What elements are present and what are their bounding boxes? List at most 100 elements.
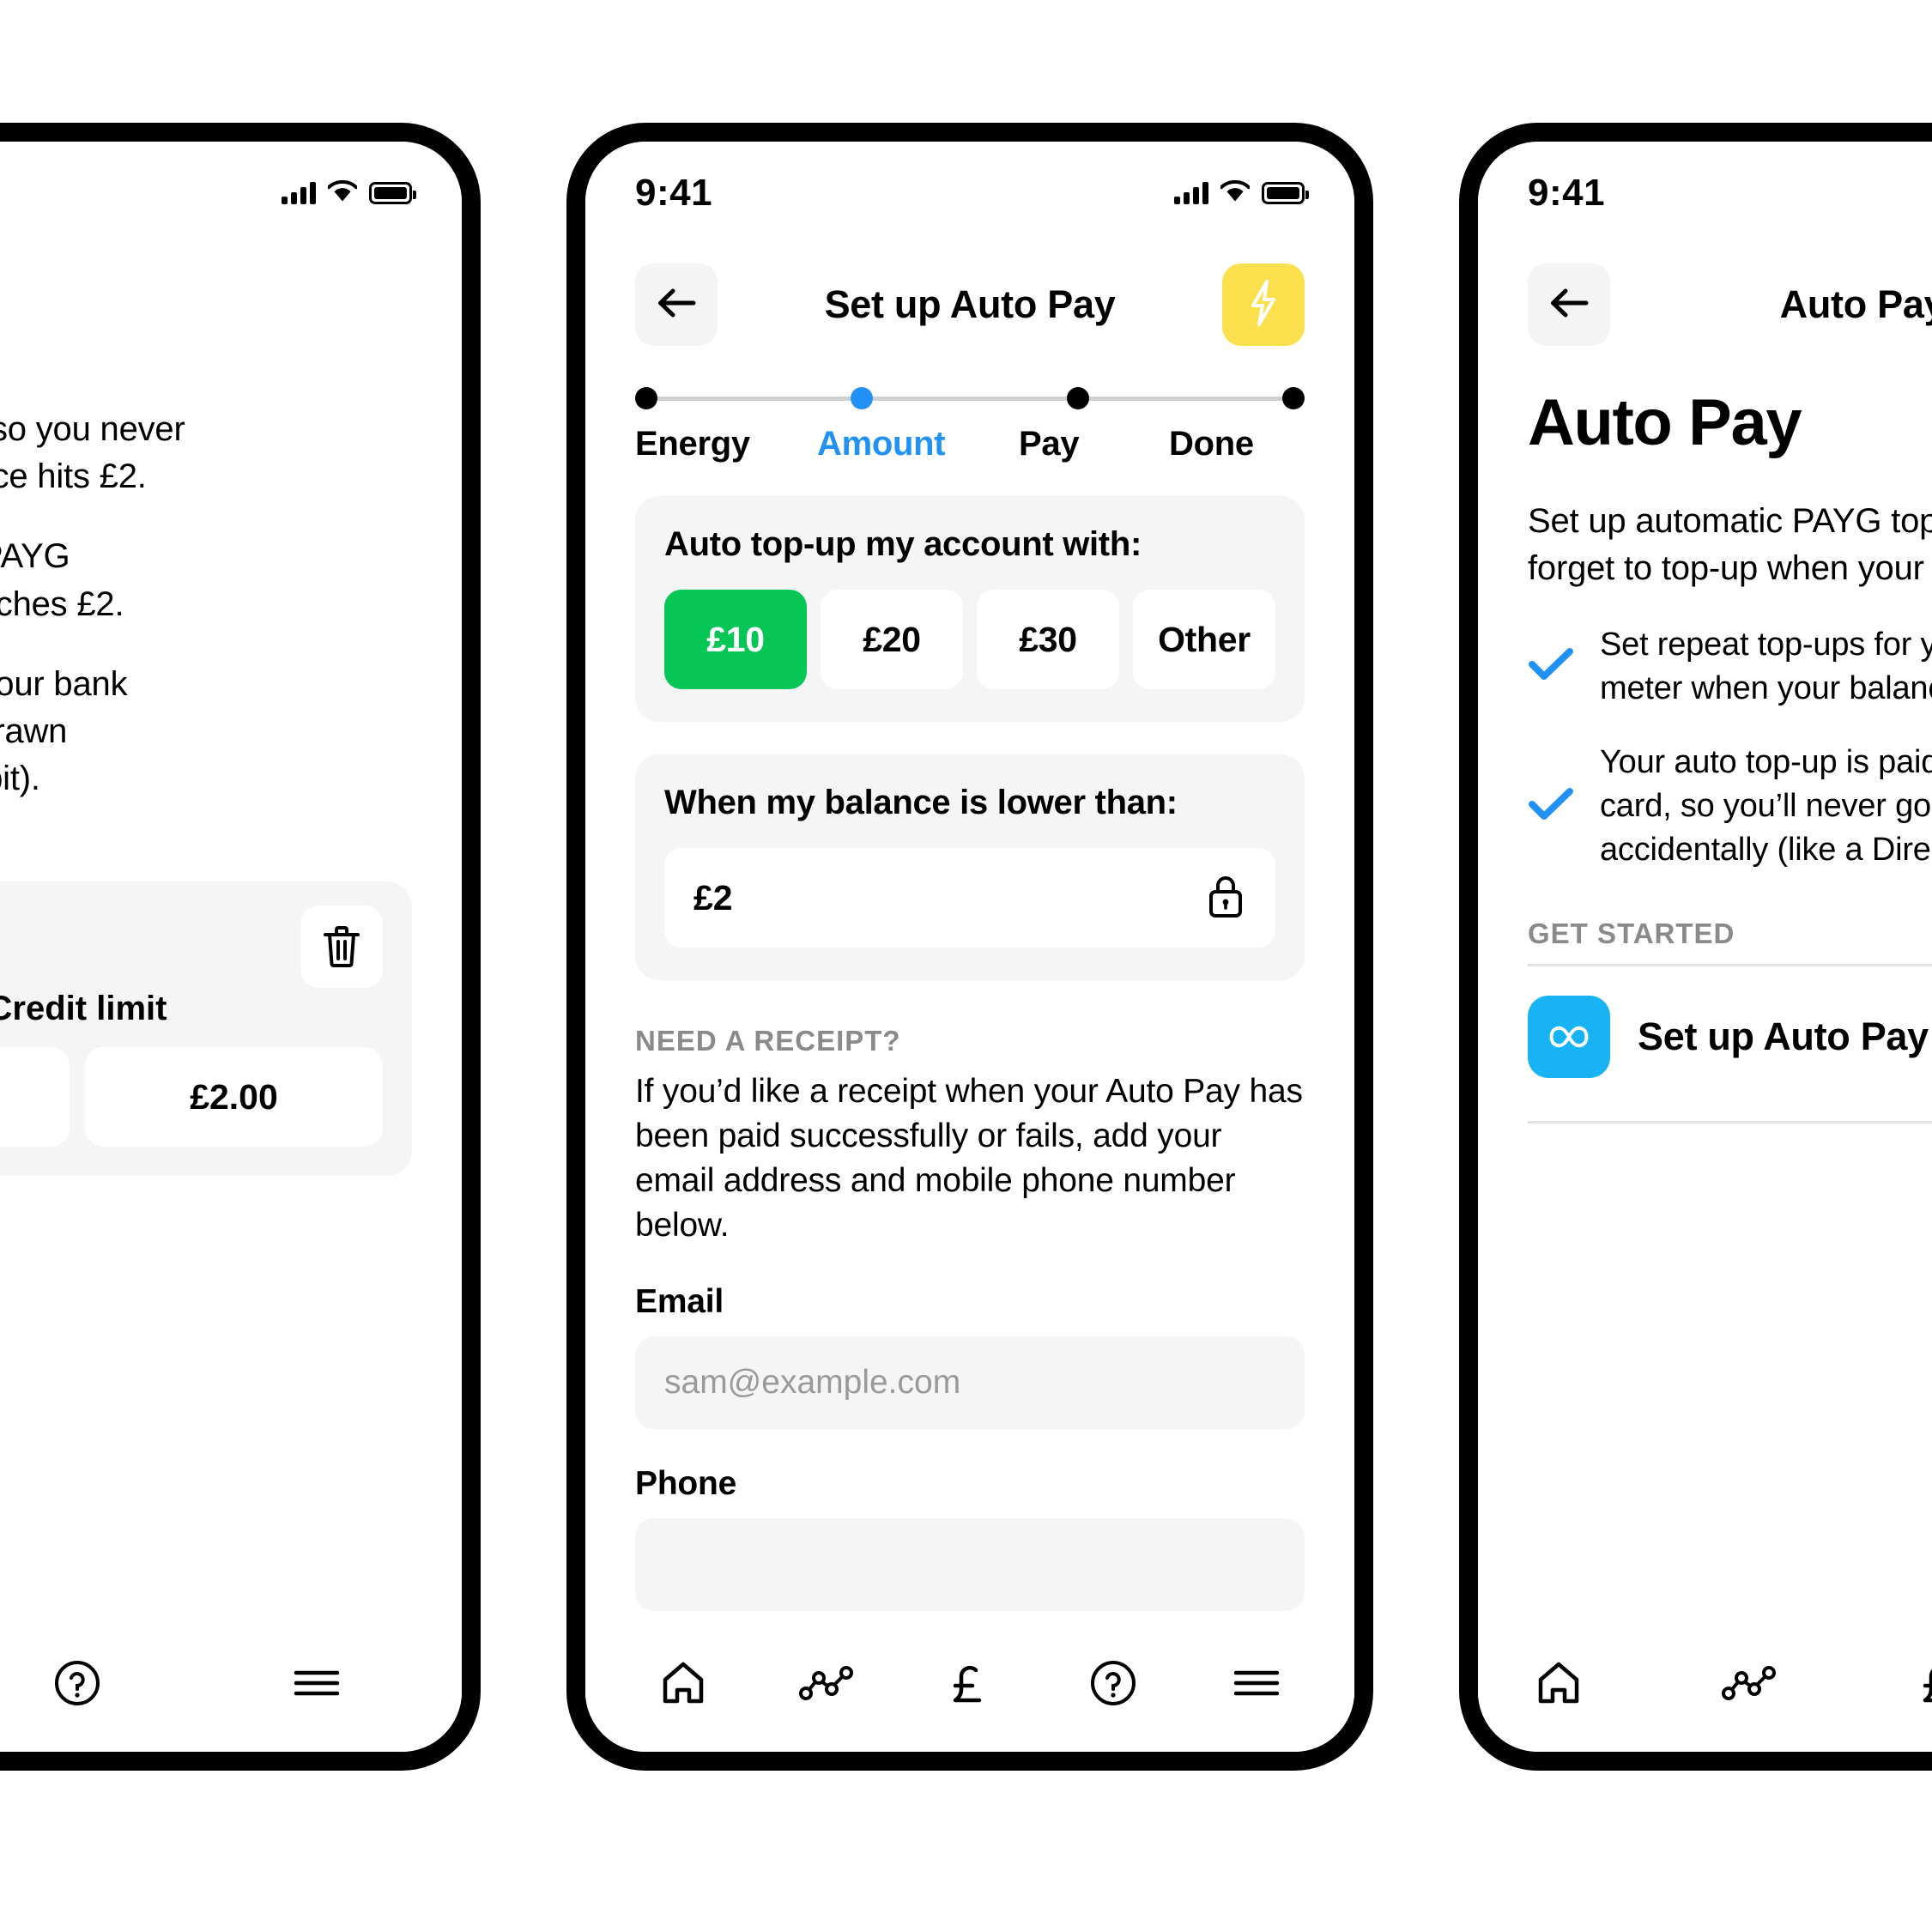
credit-limit-box-hidden[interactable] xyxy=(0,1047,70,1148)
question-circle-icon[interactable] xyxy=(38,1644,117,1723)
lock-icon xyxy=(1205,872,1246,924)
stepper-label-pay: Pay xyxy=(1019,425,1080,463)
home-icon[interactable] xyxy=(644,1644,723,1723)
stepper-dot-energy[interactable] xyxy=(635,387,657,409)
tabbar-right xyxy=(1478,1614,1932,1752)
phone-right: 9:41 Auto Pay Auto Pay Set up automatic … xyxy=(1459,123,1932,1771)
pound-icon[interactable] xyxy=(1900,1644,1932,1723)
back-button[interactable] xyxy=(1528,263,1610,346)
topup-card-title: Auto top-up my account with: xyxy=(664,525,1142,563)
back-arrow-icon xyxy=(656,287,697,324)
topup-amount-options: £10 £20 £30 Other xyxy=(664,590,1275,689)
benefit-2-line-3: accidentally (like a Direct xyxy=(1600,831,1932,868)
navbar-right: Auto Pay xyxy=(1478,245,1932,354)
left-para-fragment-7: (like a Direct Debit). xyxy=(0,760,40,798)
stepper-line-3 xyxy=(1088,396,1282,401)
left-para-fragment-4: your balance reaches £2. xyxy=(0,584,124,623)
threshold-value: £2 xyxy=(693,877,733,918)
status-bar-center: 9:41 xyxy=(585,142,1354,245)
credit-limit-label: Credit limit xyxy=(0,990,167,1028)
status-bar-right: 9:41 xyxy=(1478,142,1932,245)
infinity-icon xyxy=(1528,996,1610,1079)
phone-label: Phone xyxy=(635,1465,737,1503)
signal-bars-icon xyxy=(282,182,316,204)
stepper-track xyxy=(635,385,1305,411)
threshold-field[interactable]: £2 xyxy=(664,848,1275,948)
lightning-action-button[interactable] xyxy=(1222,263,1305,346)
right-intro-line-1: Set up automatic PAYG top-u xyxy=(1528,502,1932,540)
check-icon xyxy=(1528,785,1574,827)
amount-option-other[interactable]: Other xyxy=(1133,590,1275,689)
center-content: Auto top-up my account with: £10 £20 £30… xyxy=(585,496,1354,1612)
email-input[interactable]: sam@example.com xyxy=(635,1336,1305,1430)
receipt-section-label: NEED A RECEIPT? xyxy=(635,1025,901,1057)
benefit-item-1: Set repeat top-ups for yo meter when you… xyxy=(1528,623,1932,710)
usage-chart-icon[interactable] xyxy=(1710,1644,1789,1723)
benefit-item-2: Your auto top-up is paid card, so you’ll… xyxy=(1528,741,1932,871)
status-icons-left xyxy=(282,179,416,207)
battery-icon xyxy=(1262,182,1309,204)
left-para-fragment-6: ll never go overdrawn xyxy=(0,712,68,750)
hamburger-icon[interactable] xyxy=(277,1644,356,1723)
stepper-labels: Energy Amount Pay Done xyxy=(635,425,1305,463)
signal-bars-icon xyxy=(1174,182,1208,204)
usage-chart-icon[interactable] xyxy=(787,1644,866,1723)
credit-limit-values: £2.00 xyxy=(0,1047,383,1148)
credit-limit-value[interactable]: £2.00 xyxy=(85,1047,383,1148)
stepper-label-amount: Amount xyxy=(817,425,946,463)
left-para-fragment-5: -up is paid with your bank xyxy=(0,664,128,703)
divider-bottom xyxy=(1528,1121,1932,1124)
check-icon xyxy=(1528,645,1574,687)
pound-icon[interactable] xyxy=(930,1644,1009,1723)
phone-center-screen: 9:41 Set up Auto Pay Energy Amount Pay D… xyxy=(585,142,1354,1752)
list-item-label: Set up Auto Pay xyxy=(1638,1014,1929,1059)
tabbar-left xyxy=(0,1614,462,1752)
stepper-dot-done[interactable] xyxy=(1281,387,1305,409)
navbar-left: Auto Pay xyxy=(0,245,462,354)
left-content: c PAYG top-ups so you never when your ba… xyxy=(0,354,462,1177)
trash-icon[interactable] xyxy=(300,905,383,989)
balance-threshold-card: When my balance is lower than: £2 xyxy=(635,754,1305,980)
stepper-label-energy: Energy xyxy=(635,425,750,463)
home-icon[interactable] xyxy=(1519,1644,1598,1723)
amount-option-10[interactable]: £10 xyxy=(664,590,807,689)
threshold-card-title: When my balance is lower than: xyxy=(664,784,1178,821)
right-intro: Set up automatic PAYG top-u forget to to… xyxy=(1528,498,1932,592)
progress-stepper: Energy Amount Pay Done xyxy=(585,354,1354,463)
phone-input[interactable] xyxy=(635,1518,1305,1612)
amount-option-20[interactable]: £20 xyxy=(821,590,963,689)
status-time-center: 9:41 xyxy=(635,172,713,214)
back-button[interactable] xyxy=(635,263,718,346)
lightning-bolt-icon xyxy=(1246,279,1281,331)
right-heading: Auto Pay xyxy=(1528,386,1802,459)
wifi-icon xyxy=(327,179,358,207)
benefit-1-line-1: Set repeat top-ups for yo xyxy=(1600,627,1932,663)
tabbar-center xyxy=(585,1614,1354,1752)
status-time-right: 9:41 xyxy=(1528,172,1606,214)
get-started-label: GET STARTED xyxy=(1528,918,1735,950)
list-item-setup-auto-pay[interactable]: Set up Auto Pay xyxy=(1528,966,1932,1107)
benefit-2-line-2: card, so you’ll never go ov xyxy=(1600,787,1932,824)
receipt-paragraph: If you’d like a receipt when your Auto P… xyxy=(635,1073,1303,1244)
hamburger-icon[interactable] xyxy=(1217,1644,1296,1723)
stepper-dot-pay[interactable] xyxy=(1066,387,1089,409)
benefit-2-line-1: Your auto top-up is paid xyxy=(1600,744,1932,781)
status-icons-center xyxy=(1174,179,1309,207)
battery-icon xyxy=(369,182,416,204)
question-circle-icon[interactable] xyxy=(1074,1644,1153,1723)
left-para-fragment-2: when your balance hits £2. xyxy=(0,457,147,496)
benefit-1-line-2: meter when your balance xyxy=(1600,669,1932,706)
benefit-text-1: Set repeat top-ups for yo meter when you… xyxy=(1600,623,1932,710)
phone-left-screen: Auto Pay c PAYG top-ups so you never whe… xyxy=(0,142,462,1752)
page-title-left: Auto Pay xyxy=(0,282,462,327)
credit-limit-card: Credit limit £2.00 xyxy=(0,881,412,1177)
right-content: Auto Pay Set up automatic PAYG top-u for… xyxy=(1478,385,1932,1124)
topup-amount-card: Auto top-up my account with: £10 £20 £30… xyxy=(635,496,1305,722)
stepper-line-2 xyxy=(873,396,1067,401)
wifi-icon xyxy=(1220,179,1251,207)
left-para-fragment-3: op-ups for your PAYG xyxy=(0,537,70,576)
status-bar-left xyxy=(0,142,462,245)
amount-option-30[interactable]: £30 xyxy=(977,590,1119,689)
stepper-dot-amount[interactable] xyxy=(851,387,874,409)
stepper-line-1 xyxy=(657,396,851,401)
